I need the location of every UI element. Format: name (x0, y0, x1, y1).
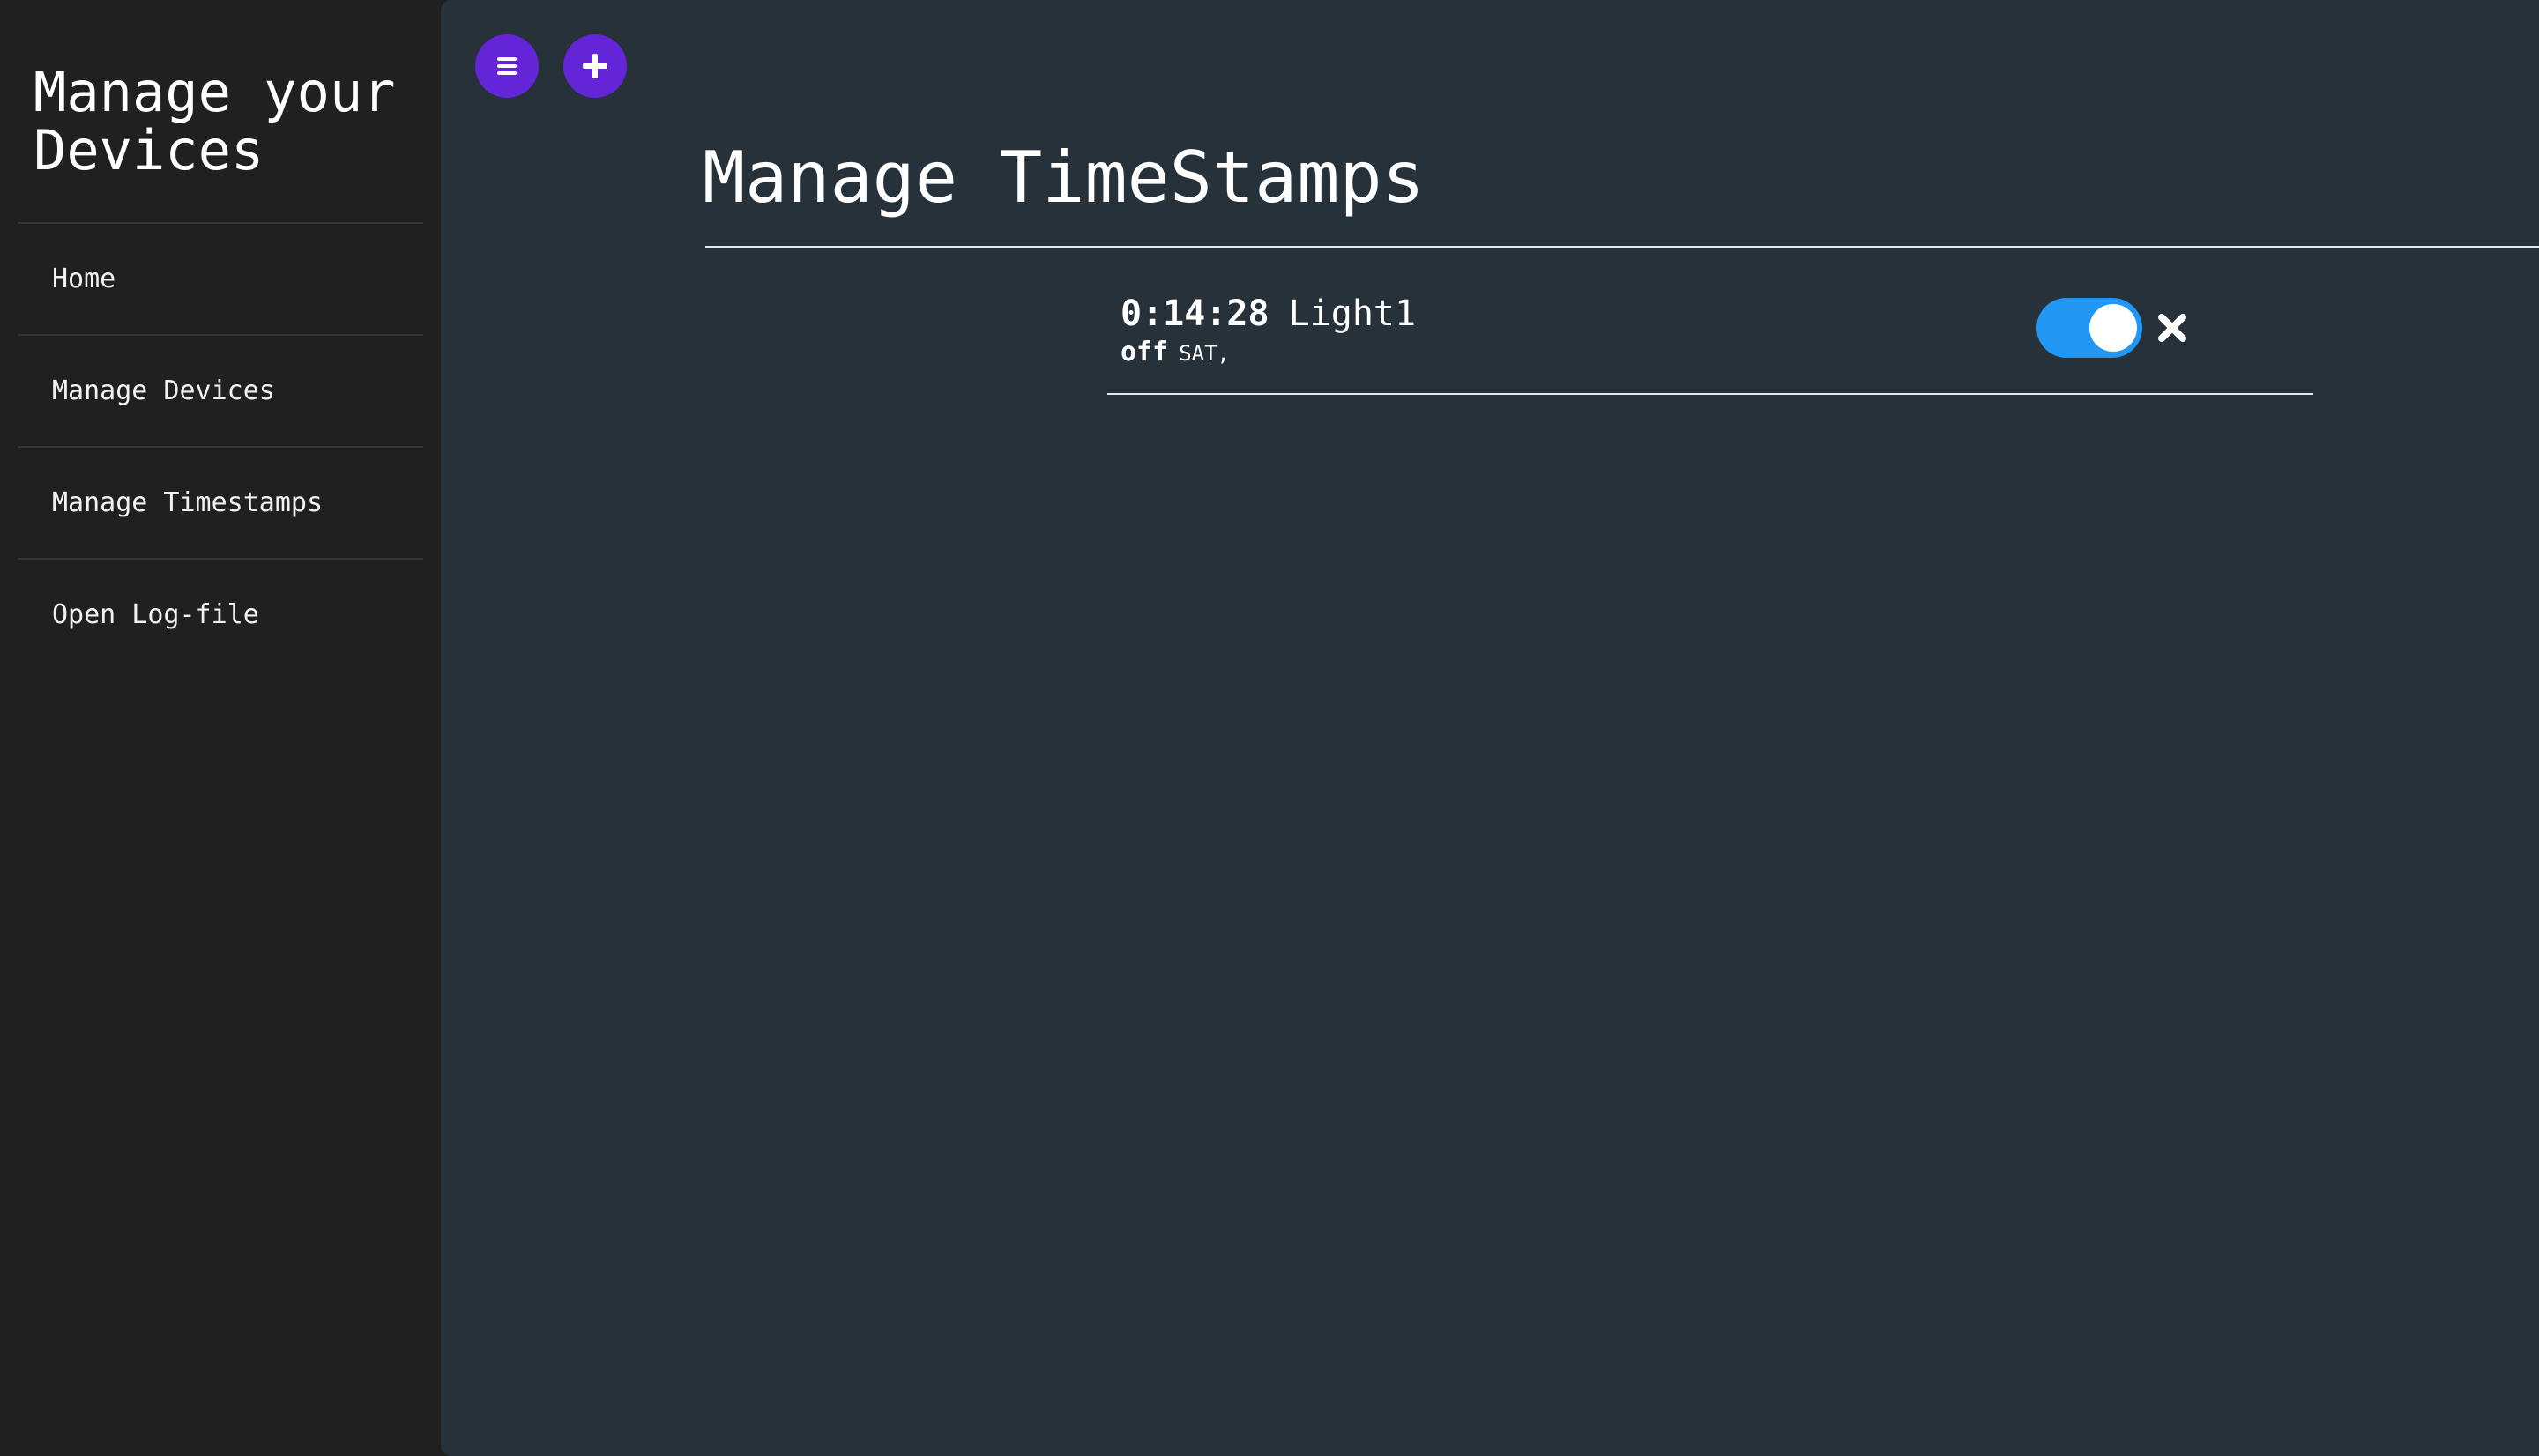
main-panel: Manage TimeStamps 0:14:28 Light1 off SAT, (441, 0, 2539, 1456)
sidebar-item-open-log-file[interactable]: Open Log-file (18, 558, 423, 670)
timestamp-days: SAT, (1179, 341, 1230, 366)
timestamp-enabled-toggle[interactable] (2036, 298, 2142, 358)
delete-timestamp-button[interactable] (2144, 300, 2200, 356)
hamburger-menu-icon (497, 56, 517, 77)
app-root: Manage your Devices Home Manage Devices … (0, 0, 2539, 1456)
sidebar-item-home[interactable]: Home (18, 222, 423, 334)
title-divider (705, 246, 2539, 248)
sidebar-title: Manage your Devices (34, 60, 396, 182)
plus-icon (583, 54, 607, 78)
timestamp-state: off (1121, 337, 1169, 368)
toggle-knob (2089, 304, 2137, 352)
menu-toggle-button[interactable] (475, 34, 539, 98)
sidebar: Manage your Devices Home Manage Devices … (0, 0, 441, 1456)
page-title: Manage TimeStamps (703, 137, 1425, 219)
list-item: 0:14:28 Light1 off SAT, (1107, 282, 2313, 395)
sidebar-item-label: Open Log-file (52, 599, 259, 630)
sidebar-item-label: Home (52, 264, 116, 294)
timestamp-list: 0:14:28 Light1 off SAT, (1107, 282, 2313, 395)
sidebar-item-manage-devices[interactable]: Manage Devices (18, 334, 423, 446)
sidebar-item-label: Manage Timestamps (52, 487, 324, 518)
add-timestamp-button[interactable] (563, 34, 627, 98)
close-icon (2158, 314, 2186, 342)
timestamp-device: Light1 (1288, 293, 1417, 334)
timestamp-time: 0:14:28 (1121, 293, 1270, 334)
timestamp-details: off SAT, (1121, 335, 1230, 371)
sidebar-item-manage-timestamps[interactable]: Manage Timestamps (18, 446, 423, 558)
sidebar-item-label: Manage Devices (52, 375, 275, 406)
sidebar-nav: Home Manage Devices Manage Timestamps Op… (18, 222, 423, 670)
timestamp-heading: 0:14:28 Light1 (1121, 293, 1416, 335)
